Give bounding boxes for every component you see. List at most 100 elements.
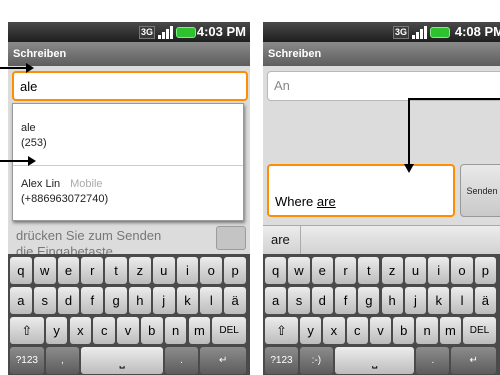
key-v[interactable]: v (369, 317, 392, 344)
contact-suggestion[interactable]: ale (253) (13, 112, 243, 166)
key-s[interactable]: s (288, 287, 310, 314)
key-m[interactable]: m (439, 317, 462, 344)
key-i[interactable]: i (176, 257, 199, 284)
key-f[interactable]: f (81, 287, 104, 314)
shift-key[interactable]: ⇧ (10, 317, 44, 344)
soft-keyboard: q w e r t z u i o p a s d f g h j k l ä ⇧ y x c v b n m DEL ?123, ⎵. ↵ (8, 254, 250, 375)
keyboard-row: ⇧ y x c v b n m DEL (263, 317, 500, 346)
key-y[interactable]: y (299, 317, 322, 344)
key-p[interactable]: p (224, 257, 246, 284)
key-d[interactable]: d (57, 287, 80, 314)
comma-key[interactable]: , (45, 347, 80, 374)
key-t[interactable]: t (105, 257, 127, 284)
soft-keyboard: q w e r t z u i o p a s d f g h j k l ä ⇧ y x c v b n m DEL ?123:-) ⎵.… (263, 254, 500, 375)
key-g[interactable]: g (105, 287, 127, 314)
space-key[interactable]: ⎵ (81, 347, 163, 374)
contact-type: Mobile (70, 178, 103, 190)
key-w[interactable]: w (288, 257, 310, 284)
key-m[interactable]: m (188, 317, 211, 344)
delete-key[interactable]: DEL (463, 317, 496, 344)
key-s[interactable]: s (33, 287, 56, 314)
key-y[interactable]: y (45, 317, 68, 344)
key-ä[interactable]: ä (474, 287, 496, 314)
3g-icon: 3G (138, 26, 155, 39)
key-k[interactable]: k (428, 287, 450, 314)
key-z[interactable]: z (129, 257, 151, 284)
key-v[interactable]: v (117, 317, 139, 344)
contact-suggestion[interactable]: Alex Lin Mobile (+886963072740) (13, 167, 243, 221)
key-q[interactable]: q (10, 257, 32, 284)
period-key[interactable]: . (164, 347, 199, 374)
contact-name: ale (21, 122, 36, 134)
key-u[interactable]: u (152, 257, 175, 284)
delete-key[interactable]: DEL (212, 317, 246, 344)
key-h[interactable]: h (129, 287, 151, 314)
keyboard-row: asdfghjklä (8, 287, 250, 316)
key-x[interactable]: x (323, 317, 345, 344)
app-title: Schreiben (263, 42, 500, 66)
key-o[interactable]: o (200, 257, 223, 284)
key-c[interactable]: c (346, 317, 368, 344)
symbols-key[interactable]: ?123 (10, 347, 44, 374)
key-u[interactable]: u (404, 257, 427, 284)
annotation-arrow-head (26, 63, 34, 73)
space-key[interactable]: ⎵ (334, 347, 415, 374)
smiley-key[interactable]: :-) (299, 347, 333, 374)
key-r[interactable]: r (334, 257, 357, 284)
shift-key[interactable]: ⇧ (265, 317, 298, 344)
key-d[interactable]: d (311, 287, 333, 314)
key-c[interactable]: c (93, 317, 116, 344)
annotation-arrow (408, 98, 500, 100)
contact-number: (253) (21, 137, 47, 149)
message-body-input[interactable]: Where are (267, 164, 455, 217)
enter-key[interactable]: ↵ (200, 347, 246, 374)
key-t[interactable]: t (358, 257, 380, 284)
key-b[interactable]: b (140, 317, 163, 344)
send-button[interactable] (216, 226, 246, 250)
enter-key[interactable]: ↵ (451, 347, 496, 374)
left-phone-screen: 3G 4:03 PM Schreiben ale ale (253) Alex … (8, 22, 250, 375)
signal-icon (158, 26, 173, 39)
key-a[interactable]: a (265, 287, 287, 314)
key-r[interactable]: r (81, 257, 104, 284)
composing-word: are (316, 194, 336, 209)
annotation-arrow (0, 67, 26, 69)
status-time: 4:08 PM (454, 24, 500, 39)
key-w[interactable]: w (33, 257, 56, 284)
key-a[interactable]: a (10, 287, 32, 314)
key-n[interactable]: n (164, 317, 187, 344)
key-l[interactable]: l (451, 287, 473, 314)
key-j[interactable]: j (404, 287, 427, 314)
word-suggestion-bar: are (263, 225, 500, 254)
key-f[interactable]: f (334, 287, 357, 314)
send-button[interactable]: Senden (460, 164, 500, 217)
key-o[interactable]: o (451, 257, 473, 284)
word-suggestion[interactable]: are (271, 226, 301, 254)
period-key[interactable]: . (416, 347, 450, 374)
key-b[interactable]: b (393, 317, 415, 344)
key-e[interactable]: e (311, 257, 333, 284)
key-e[interactable]: e (57, 257, 80, 284)
keyboard-row: ?123, ⎵. ↵ (8, 347, 250, 375)
key-l[interactable]: l (200, 287, 223, 314)
key-k[interactable]: k (176, 287, 199, 314)
annotation-arrow (408, 98, 410, 164)
key-i[interactable]: i (428, 257, 450, 284)
status-bar: 3G 4:08 PM (263, 22, 500, 42)
contact-number: (+886963072740) (21, 193, 109, 205)
symbols-key[interactable]: ?123 (265, 347, 298, 374)
recipient-input[interactable]: ale (12, 71, 248, 101)
key-ä[interactable]: ä (224, 287, 246, 314)
key-g[interactable]: g (358, 287, 380, 314)
key-x[interactable]: x (69, 317, 92, 344)
annotation-arrow (0, 160, 28, 162)
contact-suggestion-dropdown: ale (253) Alex Lin Mobile (+886963072740) (12, 103, 244, 221)
key-n[interactable]: n (416, 317, 438, 344)
key-h[interactable]: h (381, 287, 403, 314)
key-p[interactable]: p (474, 257, 496, 284)
compose-area: ale ale (253) Alex Lin Mobile (+886963072… (8, 66, 250, 259)
key-j[interactable]: j (152, 287, 175, 314)
recipient-input[interactable]: An (267, 71, 500, 101)
key-z[interactable]: z (381, 257, 403, 284)
key-q[interactable]: q (265, 257, 287, 284)
